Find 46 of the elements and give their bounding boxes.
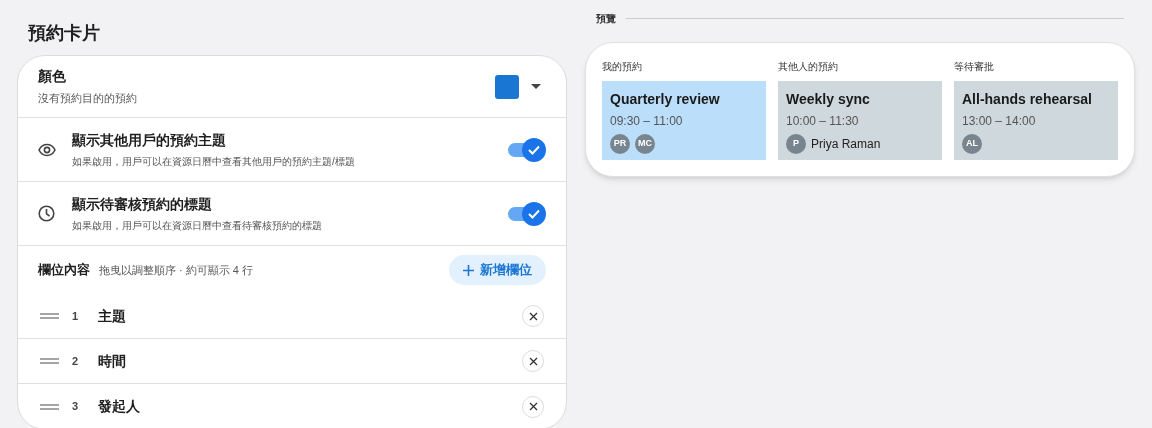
field-number: 3	[72, 399, 80, 415]
clock-icon	[38, 205, 55, 222]
close-icon	[528, 402, 538, 411]
booking-time: 10:00 – 11:30	[786, 113, 860, 130]
field-label: 主題	[98, 306, 127, 326]
section-label: 欄位內容	[38, 261, 90, 280]
eye-icon	[38, 142, 56, 157]
drag-handle-icon[interactable]	[40, 313, 59, 319]
booking-title: Weekly sync	[786, 90, 871, 109]
toggle-switch[interactable]	[508, 137, 546, 162]
toggle-label: 顯示其他用戶的預約主題	[72, 131, 227, 150]
booking-time: 13:00 – 14:00	[962, 113, 1037, 130]
attendee-name: Priya Raman	[811, 136, 881, 153]
booking-title: All-hands rehearsal	[962, 90, 1093, 109]
column-heading: 其他人的預約	[778, 60, 839, 74]
dropdown-caret-icon[interactable]	[531, 84, 541, 89]
section-hint: 拖曳以調整順序 · 約可顯示 4 行	[99, 262, 254, 278]
setting-label: 顏色	[38, 67, 67, 87]
plus-icon	[463, 264, 474, 276]
check-icon	[528, 208, 540, 219]
drag-handle-icon[interactable]	[40, 403, 59, 410]
toggle-label: 顯示待審核預約的標題	[72, 195, 213, 214]
add-field-button[interactable]: 新增欄位	[449, 255, 546, 285]
field-label: 發起人	[98, 397, 141, 416]
avatar: MC	[635, 134, 655, 154]
field-number: 2	[72, 353, 80, 369]
toggle-description: 如果啟用，用戶可以在資源日曆中查看其他用戶的預約主題/標題	[72, 155, 356, 169]
drag-handle-icon[interactable]	[40, 358, 59, 364]
avatar: AL	[962, 134, 982, 154]
avatar: PR	[610, 134, 630, 154]
toggle-description: 如果啟用，用戶可以在資源日曆中查看待審核預約的標題	[72, 219, 323, 233]
booking-time: 09:30 – 11:00	[610, 113, 684, 130]
check-icon	[528, 144, 540, 155]
booking-title: Quarterly review	[610, 90, 721, 109]
column-heading: 等待審批	[954, 60, 995, 74]
column-heading: 我的預約	[602, 60, 643, 74]
field-label: 時間	[98, 351, 127, 371]
close-icon	[528, 356, 538, 366]
section-title: 預約卡片	[27, 22, 101, 45]
setting-description: 沒有預約目的的預約	[38, 91, 138, 107]
close-icon	[528, 311, 538, 321]
field-number: 1	[72, 308, 80, 324]
toggle-switch[interactable]	[508, 201, 546, 226]
preview-label: 預覽	[596, 12, 616, 26]
avatar: P	[786, 134, 806, 154]
color-swatch[interactable]	[495, 74, 519, 99]
